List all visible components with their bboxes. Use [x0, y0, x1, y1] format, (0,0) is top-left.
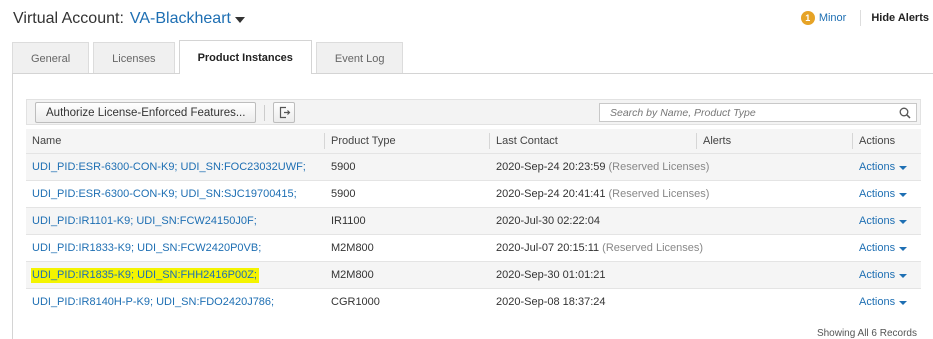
search-box — [599, 103, 917, 122]
alerts-divider — [860, 10, 862, 26]
hide-alerts-link[interactable]: Hide Alerts — [871, 12, 929, 24]
column-divider — [324, 133, 325, 149]
toolbar-divider — [264, 105, 265, 121]
alert-count-badge[interactable]: 1 — [800, 11, 815, 25]
tab-licenses[interactable]: Licenses — [93, 42, 175, 74]
column-divider — [852, 133, 853, 149]
actions-dropdown[interactable]: Actions — [859, 269, 908, 281]
column-divider — [696, 133, 697, 149]
virtual-account-header: Virtual Account: VA-Blackheart — [13, 8, 245, 30]
last-contact-cell: 2020-Sep-08 18:37:24 — [496, 296, 606, 308]
last-contact-cell: 2020-Sep-30 01:01:21 — [496, 269, 606, 281]
product-instances-panel: Authorize License-Enforced Features... N… — [12, 73, 933, 339]
last-contact-cell: 2020-Sep-24 20:41:41 — [496, 188, 606, 200]
product-type-cell: CGR1000 — [331, 296, 380, 308]
actions-label: Actions — [859, 188, 896, 200]
table-row: UDI_PID:IR1101-K9; UDI_SN:FCW24150J0F; I… — [26, 207, 921, 234]
minor-alerts-link[interactable]: Minor — [819, 12, 847, 24]
actions-label: Actions — [859, 161, 896, 173]
table-row: UDI_PID:IR1833-K9; UDI_SN:FCW2420P0VB; M… — [26, 234, 921, 261]
table-row: UDI_PID:ESR-6300-CON-K9; UDI_SN:SJC19700… — [26, 180, 921, 207]
tab-product-instances[interactable]: Product Instances — [178, 40, 312, 74]
product-type-cell: 5900 — [331, 161, 356, 173]
table-row: UDI_PID:IR8140H-P-K9; UDI_SN:FDO2420J786… — [26, 288, 921, 315]
instance-name-link[interactable]: UDI_PID:ESR-6300-CON-K9; UDI_SN:SJC19700… — [32, 188, 297, 200]
last-contact-cell: 2020-Sep-24 20:23:59 — [496, 161, 606, 173]
search-icon[interactable] — [898, 106, 912, 120]
chevron-down-icon — [899, 273, 908, 278]
tab-bar: General Licenses Product Instances Event… — [12, 40, 407, 74]
table-row-highlighted: UDI_PID:IR1835-K9; UDI_SN:FHH2416P00Z; M… — [26, 261, 921, 288]
last-contact-cell: 2020-Jul-07 20:15:11 — [496, 242, 600, 254]
actions-dropdown[interactable]: Actions — [859, 188, 908, 200]
toolbar: Authorize License-Enforced Features... — [26, 99, 921, 125]
product-type-cell: M2M800 — [331, 242, 374, 254]
column-header-last-contact[interactable]: Last Contact — [496, 129, 558, 153]
virtual-account-label: Virtual Account: — [13, 10, 124, 27]
column-header-alerts[interactable]: Alerts — [703, 129, 731, 153]
alerts-area: 1 Minor Hide Alerts — [800, 10, 929, 26]
search-input[interactable] — [600, 104, 890, 121]
instance-name-link[interactable]: UDI_PID:IR1835-K9; UDI_SN:FHH2416P00Z; — [31, 267, 259, 283]
actions-label: Actions — [859, 296, 896, 308]
chevron-down-icon — [899, 192, 908, 197]
product-type-cell: M2M800 — [331, 269, 374, 281]
column-header-product-type[interactable]: Product Type — [331, 129, 396, 153]
column-header-name[interactable]: Name — [32, 129, 61, 153]
actions-dropdown[interactable]: Actions — [859, 215, 908, 227]
instance-name-link[interactable]: UDI_PID:IR8140H-P-K9; UDI_SN:FDO2420J786… — [32, 296, 274, 308]
export-button[interactable] — [273, 102, 295, 123]
column-header-actions: Actions — [859, 135, 896, 147]
tab-event-log[interactable]: Event Log — [315, 42, 404, 74]
product-instances-table: Name Product Type Last Contact Alerts Ac… — [26, 129, 921, 315]
actions-label: Actions — [859, 215, 896, 227]
instance-name-link[interactable]: UDI_PID:IR1101-K9; UDI_SN:FCW24150J0F; — [32, 215, 257, 227]
chevron-down-icon[interactable] — [234, 17, 245, 23]
reserved-licenses-note: (Reserved Licenses) — [602, 242, 704, 254]
tab-general[interactable]: General — [12, 42, 90, 74]
actions-dropdown[interactable]: Actions — [859, 161, 908, 173]
chevron-down-icon — [899, 246, 908, 251]
actions-label: Actions — [859, 242, 896, 254]
chevron-down-icon — [899, 219, 908, 224]
table-header-row: Name Product Type Last Contact Alerts Ac… — [26, 129, 921, 153]
table-row: UDI_PID:ESR-6300-CON-K9; UDI_SN:FOC23032… — [26, 153, 921, 180]
export-icon — [279, 106, 290, 119]
chevron-down-icon — [899, 300, 908, 305]
actions-dropdown[interactable]: Actions — [859, 242, 908, 254]
instance-name-link[interactable]: UDI_PID:IR1833-K9; UDI_SN:FCW2420P0VB; — [32, 242, 261, 254]
records-count: Showing All 6 Records — [816, 328, 917, 339]
last-contact-cell: 2020-Jul-30 02:22:04 — [496, 215, 600, 227]
reserved-licenses-note: (Reserved Licenses) — [608, 161, 710, 173]
instance-name-link[interactable]: UDI_PID:ESR-6300-CON-K9; UDI_SN:FOC23032… — [32, 161, 306, 173]
actions-label: Actions — [859, 269, 896, 281]
reserved-licenses-note: (Reserved Licenses) — [608, 188, 710, 200]
chevron-down-icon — [899, 165, 908, 170]
product-type-cell: 5900 — [331, 188, 356, 200]
authorize-features-button[interactable]: Authorize License-Enforced Features... — [35, 102, 257, 123]
column-divider — [489, 133, 490, 149]
product-type-cell: IR1100 — [331, 215, 366, 227]
actions-dropdown[interactable]: Actions — [859, 296, 908, 308]
virtual-account-selector[interactable]: VA-Blackheart — [130, 10, 231, 28]
